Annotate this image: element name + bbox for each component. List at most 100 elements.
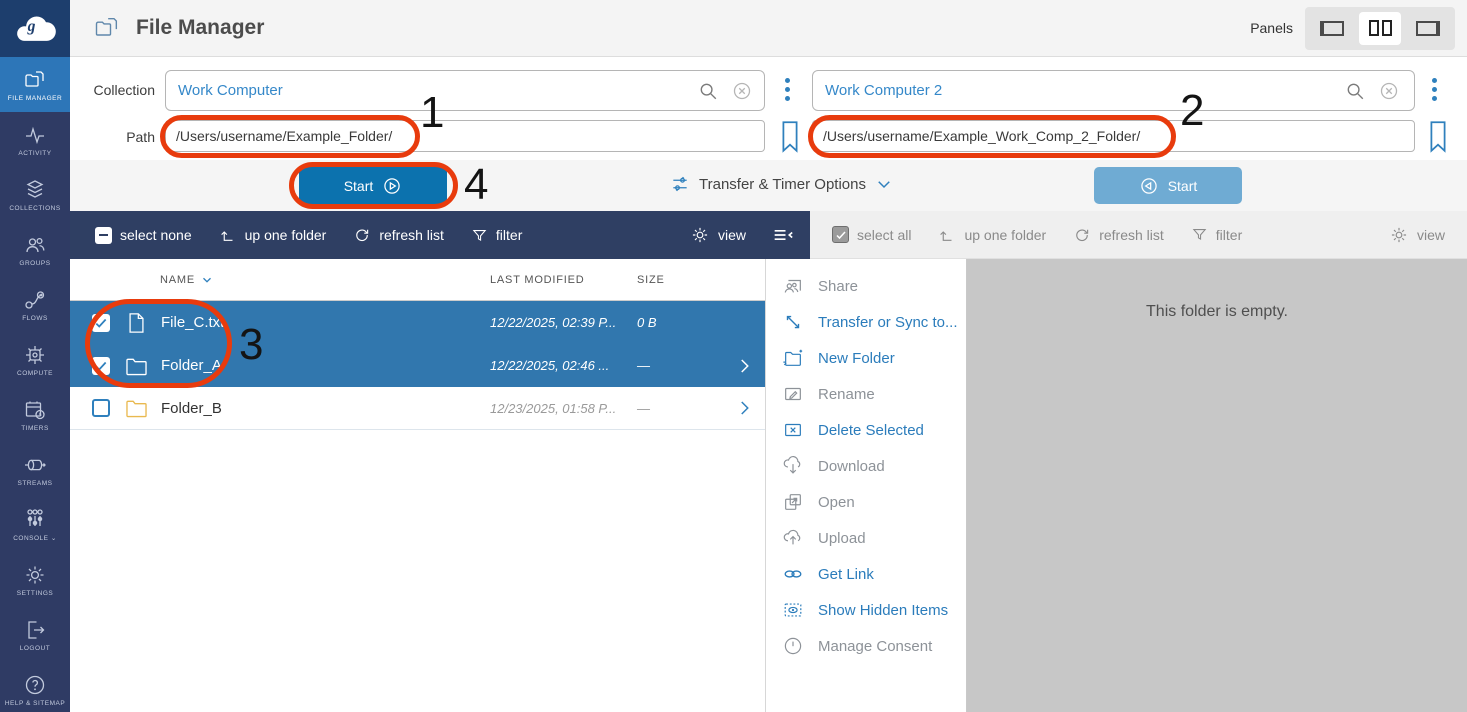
- sidebar-item-file-manager[interactable]: FILE MANAGER: [0, 57, 70, 112]
- sidebar-item-label: FILE MANAGER: [8, 95, 62, 102]
- get-link-icon: [782, 563, 804, 585]
- menu-item-open[interactable]: Open: [766, 484, 966, 520]
- refresh-list-label: refresh list: [1099, 227, 1164, 243]
- right-path-input[interactable]: [812, 120, 1415, 152]
- sort-chevron-icon: [200, 273, 214, 287]
- left-bookmark-icon[interactable]: [779, 120, 801, 153]
- filter-button[interactable]: filter: [1191, 226, 1242, 243]
- menu-item-label: Rename: [818, 386, 875, 403]
- up-one-folder-icon: [938, 226, 956, 244]
- path-label: Path: [75, 129, 155, 145]
- chevron-down-icon: ⌄: [51, 535, 57, 542]
- right-collection-input[interactable]: [812, 70, 1415, 111]
- column-last-modified[interactable]: LAST MODIFIED: [490, 274, 585, 286]
- select-none-checkbox-icon: [95, 227, 112, 244]
- menu-item-label: Share: [818, 278, 858, 295]
- file-modified: 12/22/2025, 02:39 P...: [490, 315, 616, 330]
- view-button[interactable]: view: [1389, 225, 1445, 245]
- panels-one-button[interactable]: [1311, 12, 1353, 45]
- sidebar-item-timers[interactable]: TIMERS: [0, 387, 70, 442]
- select-all-button[interactable]: select all: [832, 226, 911, 243]
- transfer-start-left-button[interactable]: Start: [299, 167, 447, 204]
- sidebar-item-logout[interactable]: LOGOUT: [0, 607, 70, 662]
- menu-item-delete-selected[interactable]: Delete Selected: [766, 412, 966, 448]
- left-path-input[interactable]: [165, 120, 765, 152]
- collapse-menu-icon: [772, 225, 794, 245]
- open-folder-chevron-icon[interactable]: [735, 397, 753, 419]
- menu-item-download[interactable]: Download: [766, 448, 966, 484]
- sidebar-item-label: LOGOUT: [20, 645, 50, 652]
- file-size: 0 B: [637, 315, 657, 330]
- file-row-folder-a[interactable]: Folder_A 12/22/2025, 02:46 ... —: [70, 344, 765, 387]
- globus-logo[interactable]: g: [0, 0, 70, 57]
- menu-item-manage-consent[interactable]: Manage Consent: [766, 628, 966, 664]
- globus-file-manager-app: g FILE MANAGER ACTIVITY COLLECTIONS: [0, 0, 1467, 712]
- column-size[interactable]: SIZE: [637, 274, 665, 286]
- rename-icon: [782, 383, 804, 405]
- menu-item-transfer-or-sync[interactable]: Transfer or Sync to...: [766, 304, 966, 340]
- menu-item-rename[interactable]: Rename: [766, 376, 966, 412]
- console-icon: [23, 507, 47, 531]
- sidebar-item-groups[interactable]: GROUPS: [0, 222, 70, 277]
- panels-two-button[interactable]: [1359, 12, 1401, 45]
- sidebar-item-help-sitemap[interactable]: HELP & SITEMAP: [0, 662, 70, 712]
- menu-item-new-folder[interactable]: New Folder: [766, 340, 966, 376]
- open-icon: [782, 491, 804, 513]
- sidebar-item-settings[interactable]: SETTINGS: [0, 552, 70, 607]
- transfer-timer-options-label: Transfer & Timer Options: [699, 176, 866, 193]
- view-button[interactable]: view: [690, 225, 746, 245]
- transfer-timer-options[interactable]: Transfer & Timer Options: [670, 174, 893, 194]
- show-hidden-icon: [782, 599, 804, 621]
- file-list-header: NAME LAST MODIFIED SIZE: [70, 259, 765, 301]
- sidebar-item-collections[interactable]: COLLECTIONS: [0, 167, 70, 222]
- sidebar-item-flows[interactable]: FLOWS: [0, 277, 70, 332]
- filter-button[interactable]: filter: [471, 227, 522, 244]
- menu-item-label: Open: [818, 494, 855, 511]
- collapse-panel-button[interactable]: [772, 225, 794, 245]
- file-manager-icon: [23, 68, 47, 92]
- sidebar-item-compute[interactable]: COMPUTE: [0, 332, 70, 387]
- file-row-file-c[interactable]: File_C.txt 12/22/2025, 02:39 P... 0 B: [70, 301, 765, 344]
- compute-icon: [23, 343, 47, 367]
- menu-item-upload[interactable]: Upload: [766, 520, 966, 556]
- search-icon[interactable]: [697, 80, 719, 102]
- transfer-start-right-button[interactable]: Start: [1094, 167, 1242, 204]
- refresh-list-button[interactable]: refresh list: [1073, 226, 1164, 244]
- menu-item-show-hidden-items[interactable]: Show Hidden Items: [766, 592, 966, 628]
- svg-text:g: g: [27, 17, 36, 34]
- menu-item-share[interactable]: Share: [766, 268, 966, 304]
- context-menu-panel: Share Transfer or Sync to... New Folder …: [765, 259, 967, 712]
- column-name[interactable]: NAME: [160, 273, 214, 287]
- refresh-list-button[interactable]: refresh list: [353, 226, 444, 244]
- left-collection-menu-icon[interactable]: [785, 78, 790, 101]
- search-icon[interactable]: [1344, 80, 1366, 102]
- right-collection-menu-icon[interactable]: [1432, 78, 1437, 101]
- clear-collection-icon[interactable]: [731, 80, 753, 102]
- panels-toggle-group: [1305, 7, 1455, 50]
- row-checkbox-unchecked[interactable]: [92, 399, 110, 417]
- menu-item-label: Delete Selected: [818, 422, 924, 439]
- select-none-button[interactable]: select none: [95, 227, 192, 244]
- panels-one-right-button[interactable]: [1407, 12, 1449, 45]
- sidebar-item-streams[interactable]: STREAMS: [0, 442, 70, 497]
- row-checkbox-checked[interactable]: [92, 314, 110, 332]
- left-collection-input[interactable]: [165, 70, 765, 111]
- sidebar-item-label: HELP & SITEMAP: [5, 700, 65, 707]
- view-gear-icon: [1389, 225, 1409, 245]
- left-panel-toolbar: select none up one folder refresh list f…: [70, 211, 810, 259]
- sidebar-item-label: GROUPS: [19, 260, 50, 267]
- collection-label: Collection: [75, 82, 155, 98]
- open-folder-chevron-icon[interactable]: [735, 355, 753, 377]
- up-one-folder-button[interactable]: up one folder: [219, 226, 327, 244]
- clear-collection-icon[interactable]: [1378, 80, 1400, 102]
- right-bookmark-icon[interactable]: [1427, 120, 1449, 153]
- sidebar-item-activity[interactable]: ACTIVITY: [0, 112, 70, 167]
- menu-item-get-link[interactable]: Get Link: [766, 556, 966, 592]
- up-one-folder-button[interactable]: up one folder: [938, 226, 1046, 244]
- sidebar-item-console[interactable]: CONSOLE ⌄: [0, 497, 70, 552]
- row-checkbox-checked[interactable]: [92, 357, 110, 375]
- streams-icon: [23, 453, 47, 477]
- file-row-folder-b[interactable]: Folder_B 12/23/2025, 01:58 P... —: [70, 387, 765, 430]
- filter-funnel-icon: [471, 227, 488, 244]
- new-folder-icon: [782, 347, 804, 369]
